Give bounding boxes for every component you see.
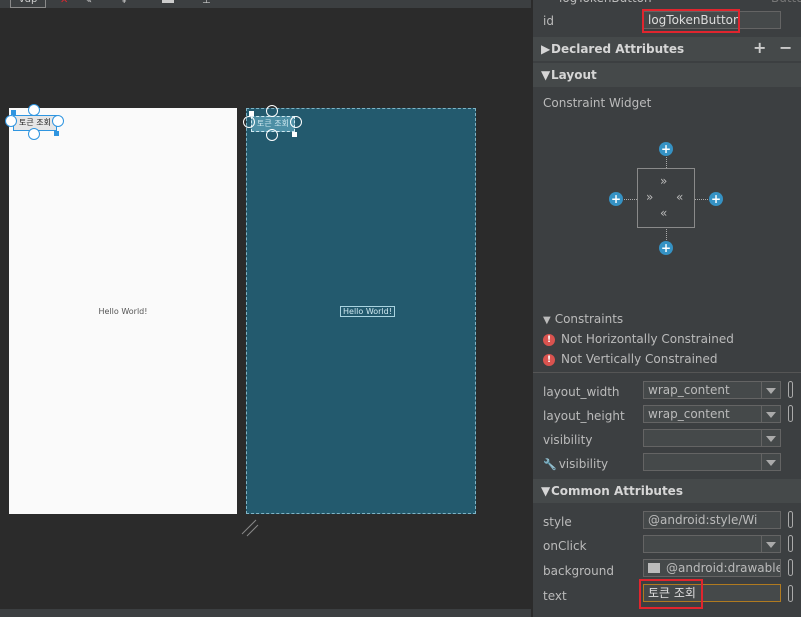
resize-handle-top-left[interactable] bbox=[11, 110, 16, 115]
expand-arrow-icon: ▶ bbox=[541, 42, 551, 56]
warning-text: Not Horizontally Constrained bbox=[561, 332, 734, 346]
component-type: Button bbox=[771, 0, 801, 5]
constraints-title: Constraints bbox=[554, 312, 624, 326]
design-preview[interactable]: 토큰 조회 Hello World! bbox=[5, 104, 237, 514]
id-highlight-box bbox=[642, 9, 740, 33]
layout-title: Layout bbox=[551, 68, 597, 82]
onclick-pill[interactable] bbox=[788, 535, 793, 552]
common-attributes-title: Common Attributes bbox=[551, 484, 683, 498]
wrench-icon: 🔧 bbox=[543, 458, 557, 471]
constraint-widget-box[interactable]: » » « « bbox=[637, 168, 695, 228]
constraints-header[interactable]: ▼ Constraints bbox=[543, 312, 623, 326]
dropdown-arrow-icon[interactable] bbox=[761, 430, 780, 446]
chevron-left-icon[interactable]: « bbox=[676, 191, 683, 203]
tools-visibility-dropdown[interactable] bbox=[643, 453, 781, 471]
visibility-label: visibility bbox=[543, 433, 593, 447]
image-icon bbox=[648, 563, 660, 573]
common-attributes-section[interactable]: ▼Common Attributes bbox=[533, 479, 801, 503]
onclick-dropdown[interactable] bbox=[643, 535, 781, 553]
background-field[interactable]: @android:drawable/b bbox=[643, 559, 781, 577]
warning-text: Not Vertically Constrained bbox=[561, 352, 718, 366]
layout-width-value: wrap_content bbox=[648, 383, 730, 397]
right-constraint-line bbox=[695, 199, 708, 200]
add-bottom-constraint-icon[interactable]: + bbox=[659, 241, 673, 255]
layout-width-label: layout_width bbox=[543, 385, 620, 399]
guidelines-icon[interactable] bbox=[162, 0, 174, 3]
left-constraint-handle[interactable] bbox=[5, 115, 17, 127]
add-attribute-icon[interactable]: + bbox=[753, 38, 766, 57]
layout-height-value: wrap_content bbox=[648, 407, 730, 421]
chevron-up-icon[interactable]: « bbox=[660, 207, 667, 219]
right-constraint-handle[interactable] bbox=[52, 115, 64, 127]
error-icon: ! bbox=[543, 333, 555, 346]
tools-visibility-label: visibility bbox=[558, 457, 609, 471]
right-constraint-handle[interactable] bbox=[290, 116, 302, 128]
baseline-icon[interactable]: ⊥ bbox=[202, 0, 214, 6]
horizontal-scrollbar[interactable] bbox=[0, 609, 531, 617]
style-pill[interactable] bbox=[788, 511, 793, 528]
constraint-warning-horizontal: ! Not Horizontally Constrained bbox=[543, 332, 734, 346]
layout-height-dropdown[interactable]: wrap_content bbox=[643, 405, 781, 423]
visibility-dropdown[interactable] bbox=[643, 429, 781, 447]
hello-world-text[interactable]: Hello World! bbox=[340, 306, 395, 317]
layout-width-pill[interactable] bbox=[788, 381, 793, 398]
declared-attributes-title: Declared Attributes bbox=[551, 42, 685, 56]
tools-visibility-row-label: 🔧 visibility bbox=[543, 457, 608, 471]
attributes-panel: logTokenButton Button id logTokenButton … bbox=[532, 0, 801, 617]
clear-constraints-icon[interactable]: ✕ bbox=[60, 0, 76, 6]
onclick-label: onClick bbox=[543, 539, 587, 553]
dropdown-arrow-icon[interactable] bbox=[761, 536, 780, 552]
device-selector[interactable]: vdp bbox=[10, 0, 46, 8]
left-constraint-handle[interactable] bbox=[243, 116, 255, 128]
top-constraint-handle[interactable] bbox=[28, 104, 40, 116]
id-label: id bbox=[543, 14, 554, 28]
add-right-constraint-icon[interactable]: + bbox=[709, 192, 723, 206]
text-label: text bbox=[543, 589, 567, 603]
component-name: logTokenButton bbox=[559, 0, 652, 5]
infer-constraints-icon[interactable]: ✎ bbox=[84, 0, 98, 6]
layout-section[interactable]: ▼Layout bbox=[533, 63, 801, 87]
bottom-constraint-line bbox=[666, 229, 667, 240]
top-constraint-handle[interactable] bbox=[266, 105, 278, 117]
error-icon: ! bbox=[543, 353, 555, 366]
background-pill[interactable] bbox=[788, 559, 793, 576]
add-top-constraint-icon[interactable]: + bbox=[659, 142, 673, 156]
editor-toolbar: vdp ✕ ✎ ⇞ ⊥ bbox=[0, 0, 531, 8]
add-left-constraint-icon[interactable]: + bbox=[609, 192, 623, 206]
dropdown-arrow-icon[interactable] bbox=[761, 382, 780, 398]
chevron-down-icon[interactable]: » bbox=[660, 175, 667, 187]
resize-handle-bottom-right[interactable] bbox=[54, 131, 59, 136]
top-constraint-line bbox=[666, 157, 667, 168]
constraint-widget-label: Constraint Widget bbox=[543, 96, 652, 110]
dropdown-arrow-icon[interactable] bbox=[761, 406, 780, 422]
layout-height-pill[interactable] bbox=[788, 405, 793, 422]
resize-handle-top-left[interactable] bbox=[249, 111, 254, 116]
remove-attribute-icon[interactable]: − bbox=[779, 38, 792, 57]
chevron-right-icon[interactable]: » bbox=[646, 191, 653, 203]
hello-world-text[interactable]: Hello World! bbox=[9, 307, 237, 316]
collapse-arrow-icon: ▼ bbox=[541, 484, 551, 498]
layout-width-dropdown[interactable]: wrap_content bbox=[643, 381, 781, 399]
style-label: style bbox=[543, 515, 572, 529]
panel-header: logTokenButton Button bbox=[533, 0, 801, 6]
align-icon[interactable]: ⇞ bbox=[120, 0, 134, 6]
background-value: @android:drawable/b bbox=[666, 561, 780, 575]
layout-height-label: layout_height bbox=[543, 409, 625, 423]
style-field[interactable]: @android:style/Wi bbox=[643, 511, 781, 529]
text-pill[interactable] bbox=[788, 585, 793, 602]
bottom-constraint-handle[interactable] bbox=[266, 129, 278, 141]
background-label: background bbox=[543, 564, 614, 578]
text-highlight-box bbox=[639, 579, 703, 609]
bottom-constraint-handle[interactable] bbox=[28, 128, 40, 140]
collapse-arrow-icon: ▼ bbox=[541, 68, 551, 82]
dropdown-arrow-icon[interactable] bbox=[761, 454, 780, 470]
constraint-warning-vertical: ! Not Vertically Constrained bbox=[543, 352, 718, 366]
collapse-arrow-icon: ▼ bbox=[543, 315, 551, 326]
left-constraint-line bbox=[624, 199, 637, 200]
canvas-resize-icon[interactable] bbox=[240, 518, 260, 538]
blueprint-preview[interactable]: 토큰 조회 Hello World! bbox=[243, 105, 476, 514]
resize-handle-bottom-right[interactable] bbox=[292, 132, 297, 137]
divider bbox=[533, 372, 801, 373]
